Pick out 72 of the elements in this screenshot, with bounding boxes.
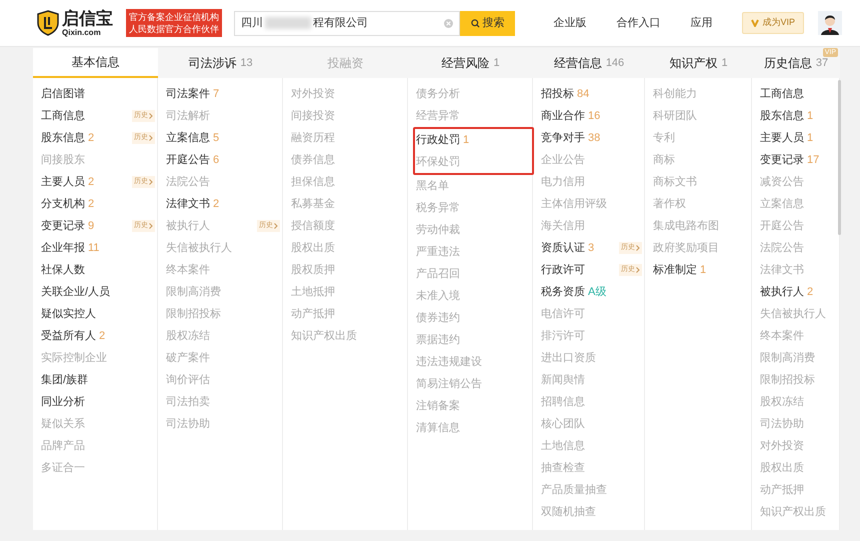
- notice-banner: 官方备案企业征信机构 人民数据官方合作伙伴: [126, 9, 222, 37]
- scrollbar[interactable]: [838, 80, 841, 235]
- item-count: 11: [88, 240, 100, 256]
- menu-item[interactable]: 关联企业/人员: [41, 281, 157, 303]
- item-count: 2: [88, 130, 94, 146]
- avatar-icon[interactable]: [818, 11, 842, 35]
- menu-item[interactable]: 招投标 84: [541, 83, 644, 105]
- search-button[interactable]: 搜索: [460, 10, 515, 36]
- item-count: 2: [88, 196, 94, 212]
- item-count: 3: [588, 240, 594, 256]
- menu-item[interactable]: 启信图谱: [41, 83, 157, 105]
- menu-item[interactable]: 主要人员 1: [760, 127, 839, 149]
- menu-item[interactable]: 竞争对手 38: [541, 127, 644, 149]
- search-value: 四川: [241, 16, 263, 31]
- item-count: 6: [213, 152, 220, 168]
- tab-count: 37: [816, 56, 828, 71]
- menu-item[interactable]: 分支机构 2: [41, 193, 157, 215]
- menu-item[interactable]: 集团/族群: [41, 369, 157, 391]
- item-count: 16: [588, 108, 600, 124]
- item-count: 1: [463, 132, 470, 148]
- redacted-block: [265, 17, 311, 29]
- menu-item[interactable]: 疑似实控人: [41, 303, 157, 325]
- nav-link[interactable]: 企业版: [553, 14, 586, 32]
- item-count: 1: [700, 262, 706, 278]
- tab[interactable]: 司法涉诉 13: [158, 48, 283, 78]
- menu-item[interactable]: 受益所有人 2: [41, 325, 157, 347]
- logo-domain: Qixin.com: [62, 28, 102, 36]
- search-value: 程有限公司: [313, 16, 368, 31]
- menu-item[interactable]: 股东信息 1: [760, 105, 839, 127]
- menu-item[interactable]: 法律文书 2: [166, 193, 282, 215]
- menu-item[interactable]: 立案信息 5: [166, 127, 282, 149]
- item-count: 2: [88, 174, 94, 190]
- menu-item[interactable]: 工商信息: [760, 83, 839, 105]
- menu-item[interactable]: 同业分析: [41, 391, 157, 413]
- tab-count: 13: [240, 56, 253, 71]
- logo-text: 启信宝: [62, 10, 113, 26]
- item-count: 7: [213, 86, 220, 102]
- search-icon: [470, 18, 480, 28]
- item-count: 1: [807, 108, 814, 124]
- item-count: 2: [99, 328, 106, 344]
- item-count: 17: [807, 152, 820, 168]
- grade-label: A级: [588, 284, 606, 300]
- menu-item[interactable]: 社保人数: [41, 259, 157, 281]
- search-field[interactable]: 四川 程有限公司: [234, 10, 460, 36]
- tab-count: 146: [606, 56, 624, 71]
- menu-item[interactable]: 税务资质 A级: [541, 281, 644, 303]
- item-count: 9: [88, 218, 94, 234]
- tab[interactable]: 经营风险 1: [408, 48, 533, 78]
- tab-count: 1: [721, 56, 728, 71]
- v-icon: [751, 19, 760, 27]
- clear-icon[interactable]: [444, 18, 453, 28]
- nav-link[interactable]: 合作入口: [616, 14, 660, 32]
- menu-item[interactable]: 开庭公告 6: [166, 149, 282, 171]
- item-count: 1: [807, 130, 814, 146]
- menu-item[interactable]: 商业合作 16: [541, 105, 644, 127]
- nav-link[interactable]: 应用: [690, 14, 712, 32]
- tab-count: 1: [493, 56, 500, 71]
- item-count: 2: [807, 284, 814, 300]
- menu-item[interactable]: 标准制定 1: [653, 259, 751, 281]
- menu-item[interactable]: 被执行人 2: [760, 281, 839, 303]
- menu-item[interactable]: 企业年报 11: [41, 237, 157, 259]
- item-count: 5: [213, 130, 220, 146]
- tab[interactable]: 知识产权 1: [645, 48, 752, 78]
- tab[interactable]: 基本信息: [33, 48, 158, 78]
- tab[interactable]: 经营信息 146: [533, 48, 645, 78]
- menu-item[interactable]: 司法案件 7: [166, 83, 282, 105]
- item-count: 2: [213, 196, 220, 212]
- menu-item[interactable]: 变更记录 17: [760, 149, 839, 171]
- shield-logo-icon: [37, 10, 59, 36]
- vip-button[interactable]: 成为VIP: [742, 12, 804, 34]
- item-count: 84: [577, 86, 590, 102]
- item-count: 38: [588, 130, 600, 146]
